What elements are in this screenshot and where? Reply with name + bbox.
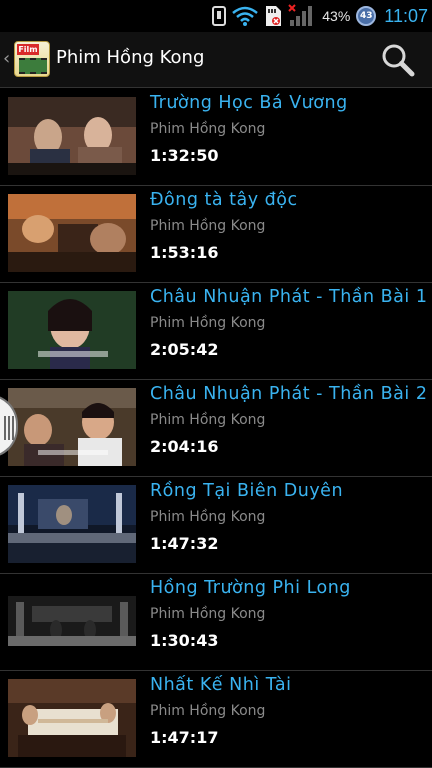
video-duration: 1:47:17 (150, 728, 219, 747)
phone-icon (212, 6, 227, 26)
video-title[interactable]: Trường Học Bá Vương (150, 93, 348, 113)
video-row[interactable]: Rồng Tại Biên Duyên Phim Hồng Kong 1:47:… (0, 477, 432, 574)
app-icon[interactable]: Film (14, 41, 50, 77)
video-duration: 1:32:50 (150, 146, 219, 165)
video-duration: 1:30:43 (150, 631, 219, 650)
video-thumbnail[interactable] (8, 291, 136, 369)
video-channel: Phim Hồng Kong (150, 509, 266, 525)
film-strip-icon (19, 58, 47, 74)
status-bar: 43% 43 11:07 (0, 0, 432, 32)
video-row[interactable]: Châu Nhuận Phát - Thần Bài 2 Phim Hồng K… (0, 380, 432, 477)
video-thumbnail[interactable] (8, 194, 136, 272)
sd-card-icon (264, 5, 282, 27)
search-button[interactable] (380, 42, 416, 78)
video-thumbnail[interactable] (8, 679, 136, 757)
video-row[interactable]: Đông tà tây độc Phim Hồng Kong 1:53:16 (0, 186, 432, 283)
battery-icon: 43 (356, 6, 377, 26)
video-channel: Phim Hồng Kong (150, 315, 266, 331)
video-row[interactable]: Châu Nhuận Phát - Thần Bài 1 Phim Hồng K… (0, 283, 432, 380)
video-title[interactable]: Châu Nhuận Phát - Thần Bài 2 (150, 384, 427, 404)
video-title[interactable]: Châu Nhuận Phát - Thần Bài 1 (150, 287, 427, 307)
video-channel: Phim Hồng Kong (150, 121, 266, 137)
action-bar: ‹ Film Phim Hồng Kong (0, 32, 432, 88)
app-icon-label: Film (17, 44, 39, 55)
video-title[interactable]: Đông tà tây độc (150, 190, 298, 210)
video-duration: 1:47:32 (150, 534, 219, 553)
video-title[interactable]: Hồng Trường Phi Long (150, 578, 351, 598)
video-channel: Phim Hồng Kong (150, 218, 266, 234)
video-thumbnail[interactable] (8, 97, 136, 175)
video-duration: 1:53:16 (150, 243, 219, 262)
video-thumbnail[interactable] (8, 485, 136, 563)
video-title[interactable]: Nhất Kế Nhì Tài (150, 675, 291, 695)
video-row[interactable]: Trường Học Bá Vương Phim Hồng Kong 1:32:… (0, 89, 432, 186)
video-row[interactable]: Nhất Kế Nhì Tài Phim Hồng Kong 1:47:17 (0, 671, 432, 768)
signal-icon (288, 4, 314, 28)
video-thumbnail[interactable] (8, 388, 136, 466)
video-list: Trường Học Bá Vương Phim Hồng Kong 1:32:… (0, 89, 432, 768)
video-channel: Phim Hồng Kong (150, 606, 266, 622)
drag-handle-icon (4, 416, 14, 440)
video-duration: 2:05:42 (150, 340, 219, 359)
page-title: Phim Hồng Kong (56, 47, 205, 68)
video-row[interactable]: Hồng Trường Phi Long Phim Hồng Kong 1:30… (0, 574, 432, 671)
status-icons: 43% 43 11:07 (212, 0, 432, 32)
video-thumbnail[interactable] (8, 582, 136, 660)
wifi-icon (232, 6, 259, 26)
video-duration: 2:04:16 (150, 437, 219, 456)
search-icon (382, 44, 415, 77)
back-chevron-icon[interactable]: ‹ (3, 48, 10, 69)
video-title[interactable]: Rồng Tại Biên Duyên (150, 481, 343, 501)
video-channel: Phim Hồng Kong (150, 703, 266, 719)
status-time: 11:07 (384, 5, 428, 26)
battery-percent: 43% (322, 8, 351, 24)
video-channel: Phim Hồng Kong (150, 412, 266, 428)
